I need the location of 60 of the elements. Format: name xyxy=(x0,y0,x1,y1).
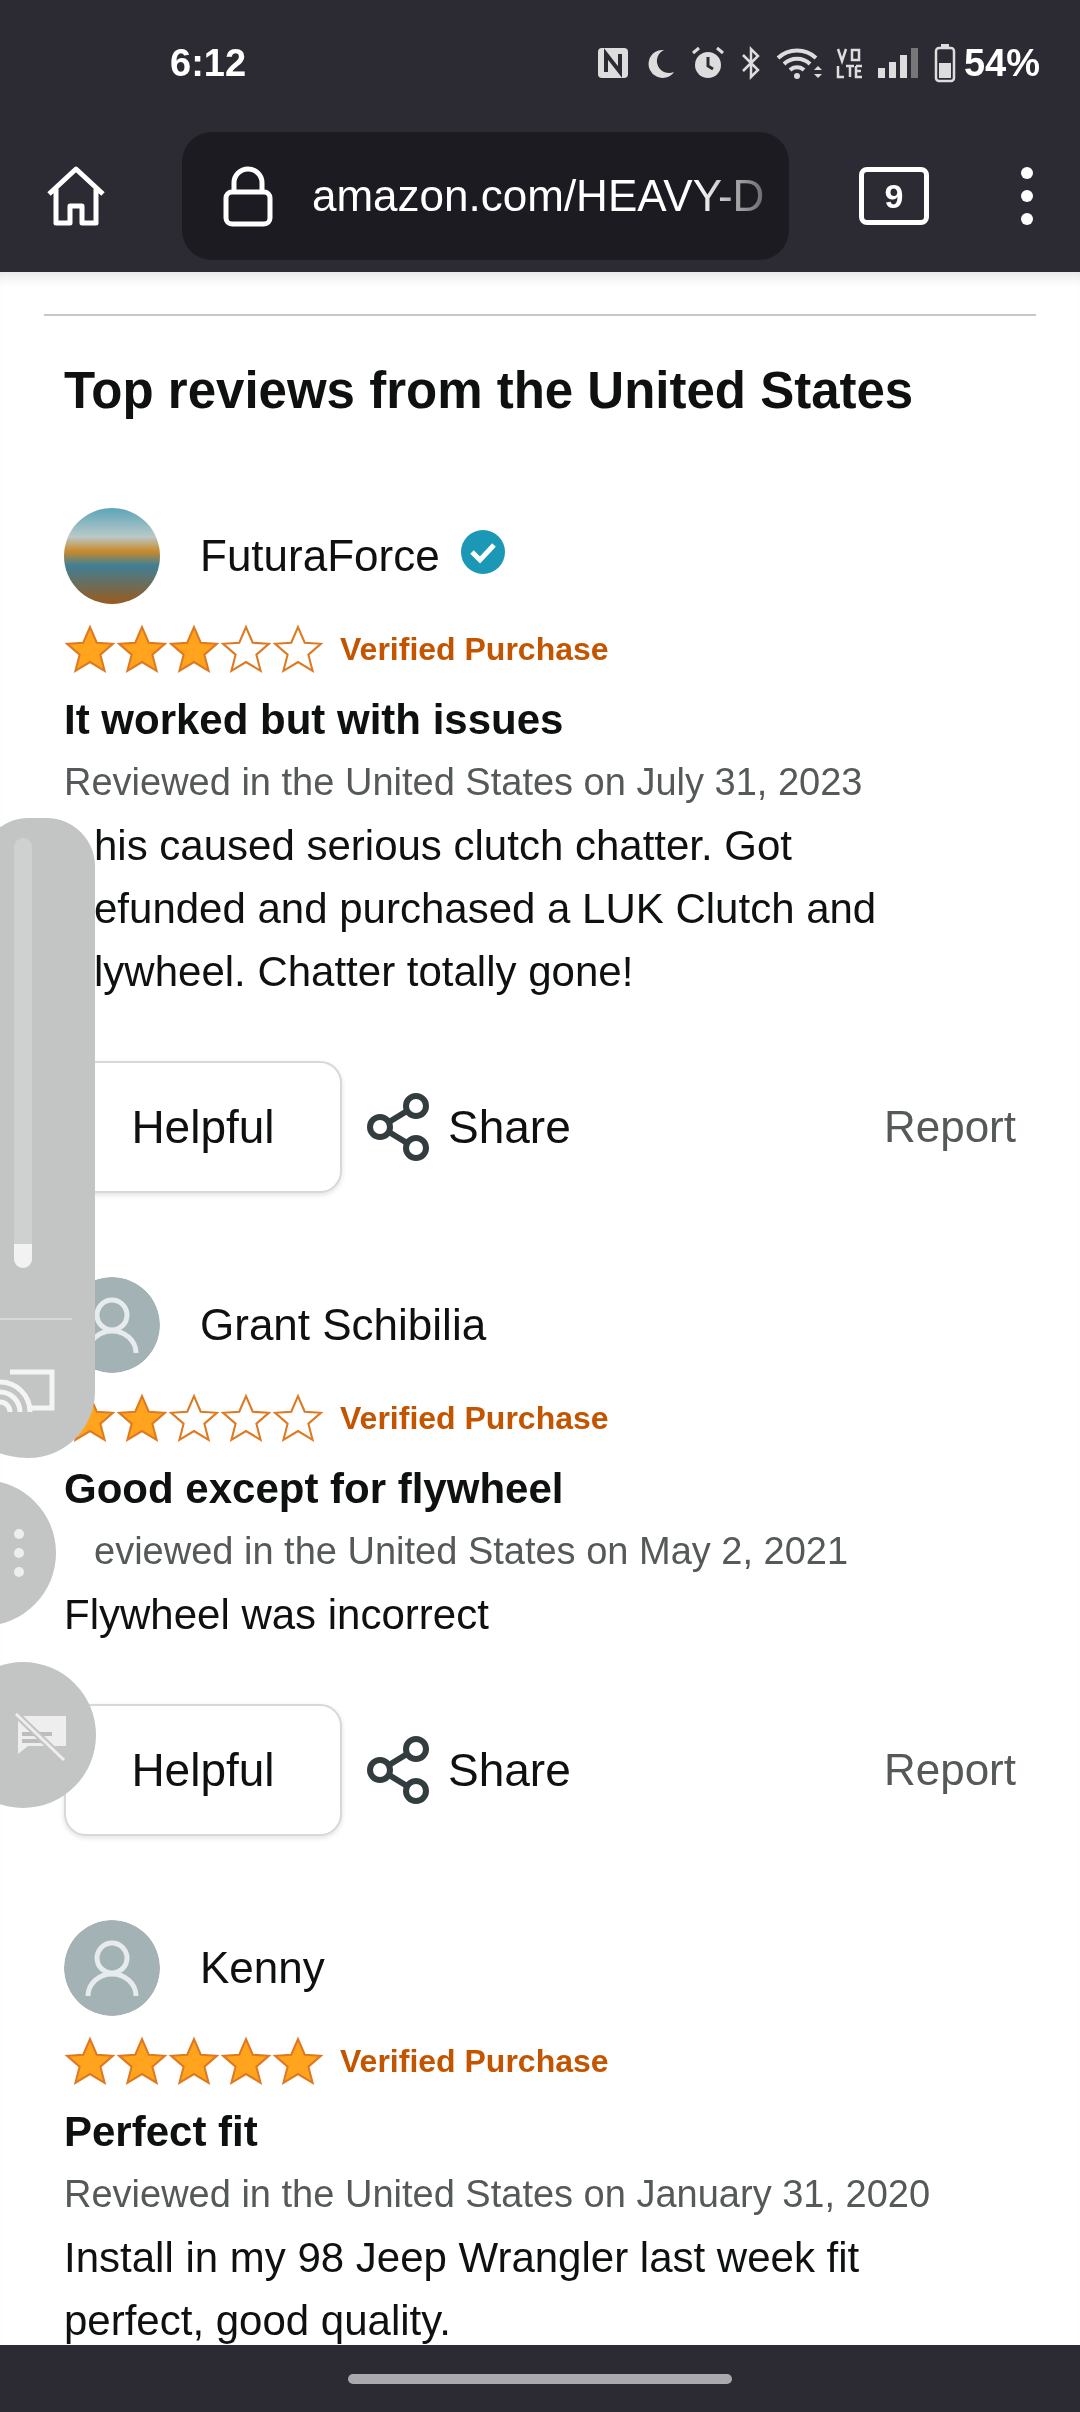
review-date: Reviewed in the United States on July 31, 2023 xyxy=(64,760,864,805)
star-icon xyxy=(220,1393,272,1443)
tab-count-button[interactable]: 9 xyxy=(859,167,929,225)
review-text: lywheel. Chatter totally gone! xyxy=(93,947,635,997)
review-text: perfect, good quality. xyxy=(64,2296,452,2346)
nfc-icon xyxy=(595,46,630,80)
star-icon xyxy=(220,2036,272,2086)
star-icon xyxy=(116,2036,168,2086)
star-icon xyxy=(64,624,116,674)
helpful-button[interactable]: Helpful xyxy=(64,1704,342,1836)
review-text: his caused serious clutch chatter. Got xyxy=(93,821,794,871)
star-icon xyxy=(272,624,324,674)
share-link[interactable]: Share xyxy=(448,1743,571,1797)
star-icon xyxy=(272,1393,324,1443)
share-link[interactable]: Share xyxy=(448,1100,571,1154)
avatar-icon xyxy=(64,1920,160,2016)
star-icon xyxy=(168,2036,220,2086)
volte-icon xyxy=(835,46,862,80)
review-text: Install in my 98 Jeep Wrangler last week fit xyxy=(64,2233,861,2283)
reviewer-name[interactable]: FuturaForce xyxy=(200,531,440,581)
star-icon xyxy=(64,2036,116,2086)
review-title[interactable]: Good except for flywheel xyxy=(64,1459,1016,1519)
reviewer-name[interactable]: Kenny xyxy=(200,1943,325,1993)
star-icon xyxy=(116,624,168,674)
share-icon[interactable] xyxy=(366,1735,432,1805)
review-date: eviewed in the United States on May 2, 2021 xyxy=(93,1529,850,1574)
battery-icon xyxy=(933,43,956,83)
bluetooth-icon xyxy=(739,46,762,80)
review-title[interactable]: Perfect fit xyxy=(64,2102,1016,2162)
wifi-icon xyxy=(775,46,822,80)
verified-purchase-label: Verified Purchase xyxy=(340,630,609,668)
signal-icon xyxy=(875,46,920,80)
verified-purchase-label: Verified Purchase xyxy=(340,2042,609,2080)
star-icon xyxy=(116,1393,168,1443)
report-link[interactable]: Report xyxy=(883,1745,1016,1795)
share-icon[interactable] xyxy=(366,1092,432,1162)
alarm-icon xyxy=(689,45,726,81)
url-text: amazon.com/HEAVY-D xyxy=(312,171,765,221)
home-gesture-handle[interactable] xyxy=(348,2373,732,2384)
menu-icon[interactable] xyxy=(1019,166,1035,226)
star-icon xyxy=(168,1393,220,1443)
star-icon xyxy=(272,2036,324,2086)
verified-purchase-label: Verified Purchase xyxy=(340,1399,609,1437)
reviewer-name[interactable]: Grant Schibilia xyxy=(200,1300,487,1350)
check-badge-icon xyxy=(459,529,506,575)
battery-percentage: 54% xyxy=(963,41,1040,85)
more-vertical-icon xyxy=(12,1528,26,1578)
address-bar[interactable]: amazon.com/HEAVY-D xyxy=(182,132,789,260)
star-icon xyxy=(168,624,220,674)
clock-time: 6:12 xyxy=(170,41,247,85)
home-icon[interactable] xyxy=(45,166,107,226)
report-link[interactable]: Report xyxy=(883,1102,1016,1152)
lock-icon xyxy=(222,165,274,227)
star-icon xyxy=(220,624,272,674)
review-text: Flywheel was incorrect xyxy=(64,1590,490,1640)
review-title[interactable]: It worked but with issues xyxy=(64,690,1016,750)
section-heading: Top reviews from the United States xyxy=(64,361,915,421)
review-date: Reviewed in the United States on January 31, 2020 xyxy=(64,2172,932,2217)
slider-track[interactable] xyxy=(14,838,32,1268)
review-text: efunded and purchased a LUK Clutch and xyxy=(93,884,878,934)
